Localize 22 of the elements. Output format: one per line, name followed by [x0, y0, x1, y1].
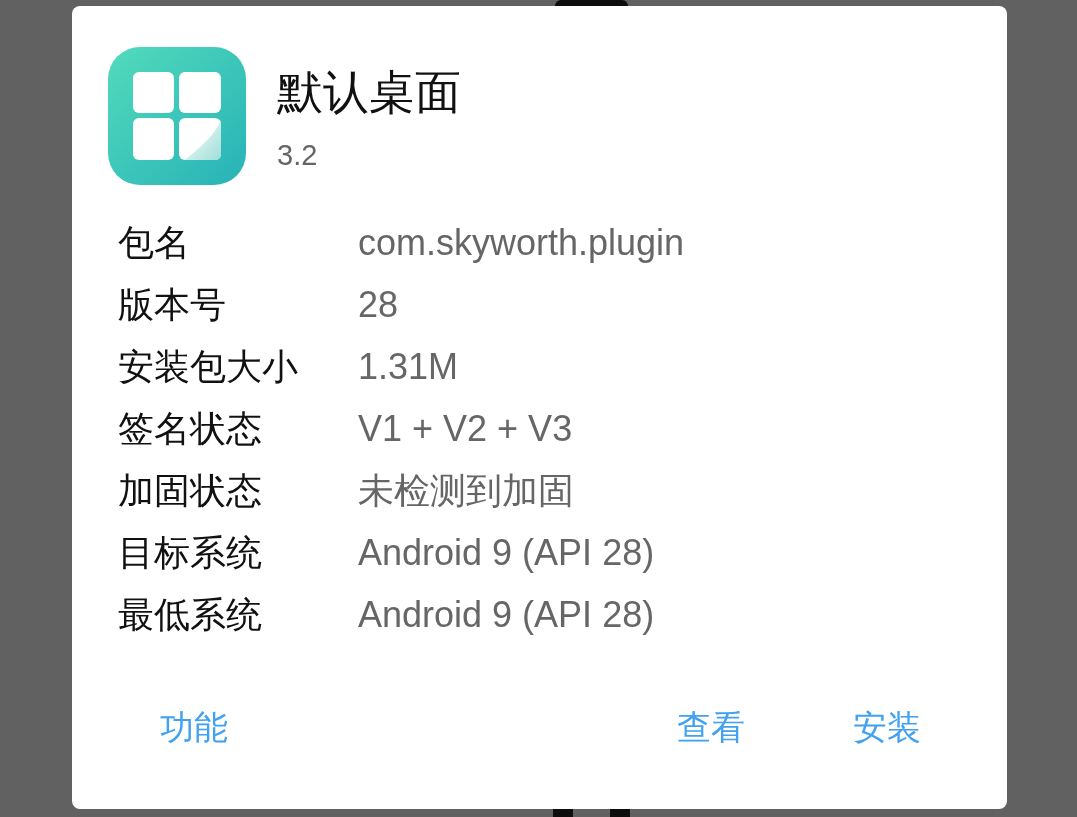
grid-app-icon [108, 47, 246, 185]
dialog-button[interactable]: 查看 [653, 697, 769, 757]
detail-value: V1 + V2 + V3 [358, 407, 573, 451]
detail-label: 包名 [118, 221, 191, 265]
detail-value: com.skyworth.plugin [358, 221, 685, 265]
detail-value: Android 9 (API 28) [358, 531, 655, 575]
detail-label: 最低系统 [118, 593, 263, 637]
detail-label: 版本号 [118, 283, 227, 327]
detail-label: 加固状态 [118, 469, 263, 513]
background-shape [610, 809, 630, 817]
detail-value: 28 [358, 283, 399, 327]
detail-label: 目标系统 [118, 531, 263, 575]
app-name: 默认桌面 [277, 64, 461, 120]
detail-value: 未检测到加固 [358, 469, 574, 513]
app-version: 3.2 [277, 138, 319, 172]
background-shape [553, 809, 573, 817]
detail-label: 安装包大小 [118, 345, 299, 389]
detail-label: 签名状态 [118, 407, 263, 451]
detail-value: 1.31M [358, 345, 459, 389]
dialog-button[interactable]: 功能 [136, 697, 252, 757]
dialog-button[interactable]: 安装 [829, 697, 945, 757]
detail-value: Android 9 (API 28) [358, 593, 655, 637]
